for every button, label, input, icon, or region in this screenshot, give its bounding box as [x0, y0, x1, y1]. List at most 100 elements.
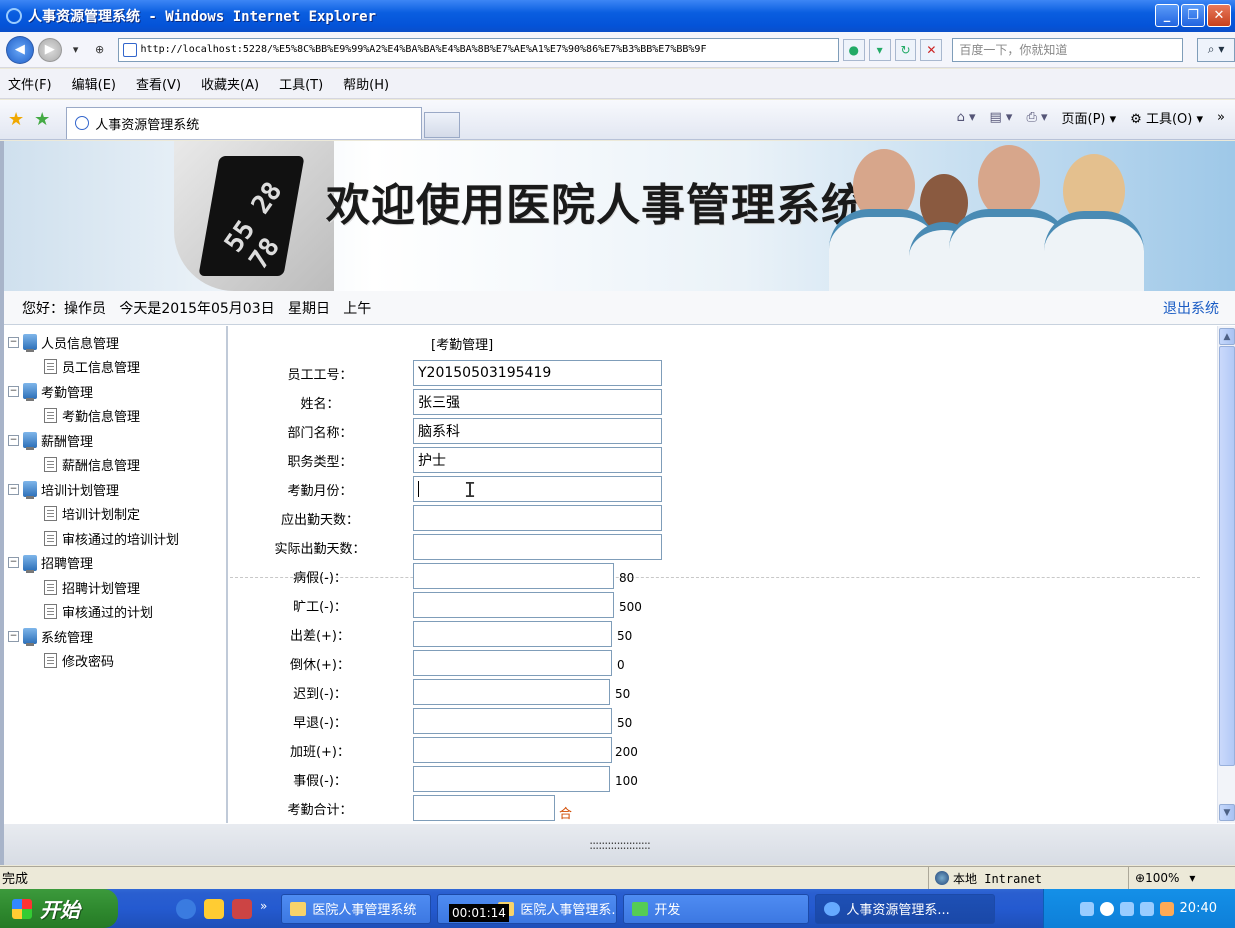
- task-dev[interactable]: 开发: [623, 893, 810, 924]
- collapse-icon[interactable]: −: [8, 385, 19, 397]
- tree-group-system[interactable]: − 系统管理: [4, 624, 226, 649]
- scroll-thumb[interactable]: [1219, 346, 1235, 766]
- tree-item-salary-info[interactable]: 薪酬信息管理: [4, 453, 226, 478]
- menu-help[interactable]: 帮助(H): [343, 74, 389, 93]
- tree-group-label: 人员信息管理: [41, 336, 120, 352]
- tab-hr-system[interactable]: 人事资源管理系统: [66, 106, 423, 139]
- sick-leave-input[interactable]: [413, 563, 614, 589]
- more-quicklaunch-icon[interactable]: »: [260, 899, 267, 919]
- attendance-total-input[interactable]: [413, 795, 555, 821]
- add-icon[interactable]: ⊕: [90, 40, 110, 60]
- menu-edit[interactable]: 编辑(E): [72, 74, 116, 93]
- new-tab-button[interactable]: [424, 111, 461, 138]
- tree-item-change-password[interactable]: 修改密码: [4, 649, 226, 674]
- field-label: 职务类型：: [287, 454, 353, 470]
- tree-item-approved-training[interactable]: 审核通过的培训计划: [4, 526, 226, 551]
- refresh-icon[interactable]: ↻: [894, 38, 917, 61]
- start-button[interactable]: 开始: [0, 889, 118, 928]
- attendance-month-input[interactable]: [413, 476, 662, 502]
- tray-expand-icon[interactable]: [1099, 901, 1114, 916]
- zoom-dropdown-icon[interactable]: ▾: [1189, 871, 1195, 885]
- page-scrollbar[interactable]: ▲ ▼: [1217, 326, 1235, 823]
- tree-group-label: 薪酬管理: [41, 434, 94, 450]
- overtime-input[interactable]: [413, 737, 612, 763]
- forward-button[interactable]: ▶: [37, 37, 62, 62]
- history-dropdown-icon[interactable]: ▾: [66, 40, 86, 60]
- media-quicklaunch-icon[interactable]: [232, 898, 252, 919]
- back-button[interactable]: ◀: [6, 35, 34, 64]
- favorites-star-icon[interactable]: ★: [8, 109, 24, 130]
- url-field[interactable]: http://localhost:5228/%E5%8C%BB%E9%99%A2…: [117, 37, 839, 62]
- close-button[interactable]: ✕: [1207, 4, 1231, 27]
- collapse-icon[interactable]: −: [8, 483, 19, 495]
- tree-item-recruitment-plan[interactable]: 招聘计划管理: [4, 575, 226, 600]
- tree-group-attendance[interactable]: − 考勤管理: [4, 379, 226, 404]
- chevron-more-icon[interactable]: »: [1217, 110, 1225, 125]
- tree-item-employee-info[interactable]: 员工信息管理: [4, 355, 226, 380]
- compat-view-icon[interactable]: ●: [842, 38, 865, 61]
- collapse-icon[interactable]: −: [8, 630, 19, 642]
- job-type-input[interactable]: 护士: [413, 447, 662, 473]
- task-hr-folder[interactable]: 医院人事管理系统: [281, 893, 432, 924]
- recording-timer: 00:01:14: [449, 904, 509, 922]
- task-label: 开发: [654, 903, 681, 918]
- early-leave-input[interactable]: [413, 708, 612, 734]
- actual-days-input[interactable]: [413, 534, 662, 560]
- computer-icon: [23, 481, 37, 500]
- collapse-icon[interactable]: −: [8, 557, 19, 569]
- absence-input[interactable]: [413, 592, 614, 618]
- url-text: http://localhost:5228/%E5%8C%BB%E9%99%A2…: [140, 44, 707, 55]
- business-trip-input[interactable]: [413, 621, 612, 647]
- url-dropdown-icon[interactable]: ▾: [868, 38, 891, 61]
- collapse-icon[interactable]: −: [8, 434, 19, 446]
- tree-icon: [632, 901, 649, 916]
- minimize-button[interactable]: _: [1155, 4, 1179, 27]
- network-icon[interactable]: [1119, 901, 1134, 916]
- scroll-up-icon[interactable]: ▲: [1219, 328, 1235, 345]
- document-icon: [44, 579, 57, 595]
- calculate-total-link[interactable]: 合计: [559, 803, 572, 823]
- tree-group-salary[interactable]: − 薪酬管理: [4, 428, 226, 453]
- menu-file[interactable]: 文件(F): [8, 74, 52, 93]
- stop-icon[interactable]: ✕: [920, 38, 943, 61]
- expected-days-input[interactable]: [413, 505, 662, 531]
- tree-item-approved-plan[interactable]: 审核通过的计划: [4, 600, 226, 625]
- personal-leave-input[interactable]: [413, 766, 610, 792]
- restore-button[interactable]: ❐: [1181, 4, 1205, 27]
- tree-group-training[interactable]: − 培训计划管理: [4, 477, 226, 502]
- department-input[interactable]: 脑系科: [413, 418, 662, 444]
- tree-group-personnel[interactable]: − 人员信息管理: [4, 330, 226, 355]
- add-favorite-icon[interactable]: ★: [34, 109, 50, 130]
- scroll-down-icon[interactable]: ▼: [1219, 804, 1235, 821]
- tree-item-attendance-info[interactable]: 考勤信息管理: [4, 404, 226, 429]
- search-button[interactable]: ⌕ ▾: [1197, 37, 1235, 62]
- menu-view[interactable]: 查看(V): [136, 74, 181, 93]
- ie-quicklaunch-icon[interactable]: [176, 898, 196, 919]
- collapse-icon[interactable]: −: [8, 336, 19, 348]
- search-input[interactable]: 百度一下，你就知道: [952, 37, 1184, 62]
- task-ie-window[interactable]: 人事资源管理系...: [815, 893, 996, 924]
- system-tray: 20:40: [1043, 889, 1235, 928]
- splitter-handle[interactable]: ::::::::::::::::::::: [4, 824, 1235, 865]
- app-quicklaunch-icon[interactable]: [204, 898, 224, 919]
- name-input[interactable]: 张三强: [413, 389, 662, 415]
- tree-group-recruitment[interactable]: − 招聘管理: [4, 551, 226, 576]
- security-tray-icon[interactable]: [1159, 901, 1174, 916]
- menu-favorites[interactable]: 收藏夹(A): [201, 74, 259, 93]
- zoom-control[interactable]: ⊕ 100% ▾: [1128, 867, 1195, 889]
- menu-tools[interactable]: 工具(T): [279, 74, 323, 93]
- comp-leave-input[interactable]: [413, 650, 612, 676]
- logout-link[interactable]: 退出系统: [1163, 298, 1219, 318]
- page-menu[interactable]: 页面(P) ▾: [1062, 108, 1117, 127]
- late-input[interactable]: [413, 679, 610, 705]
- feeds-icon[interactable]: ▤ ▾: [990, 110, 1013, 125]
- header-banner: 55 28 78 欢迎使用医院人事管理系统: [4, 141, 1235, 291]
- tree-item-training-plan[interactable]: 培训计划制定: [4, 502, 226, 527]
- employee-id-input[interactable]: Y20150503195419: [413, 360, 662, 386]
- tree-item-label: 修改密码: [62, 655, 115, 671]
- volume-icon[interactable]: [1139, 901, 1154, 916]
- home-icon[interactable]: ⌂ ▾: [957, 110, 976, 125]
- print-icon[interactable]: ⎙ ▾: [1026, 110, 1047, 125]
- tools-menu[interactable]: ⚙ 工具(O) ▾: [1130, 108, 1203, 127]
- keyboard-icon[interactable]: [1079, 901, 1094, 916]
